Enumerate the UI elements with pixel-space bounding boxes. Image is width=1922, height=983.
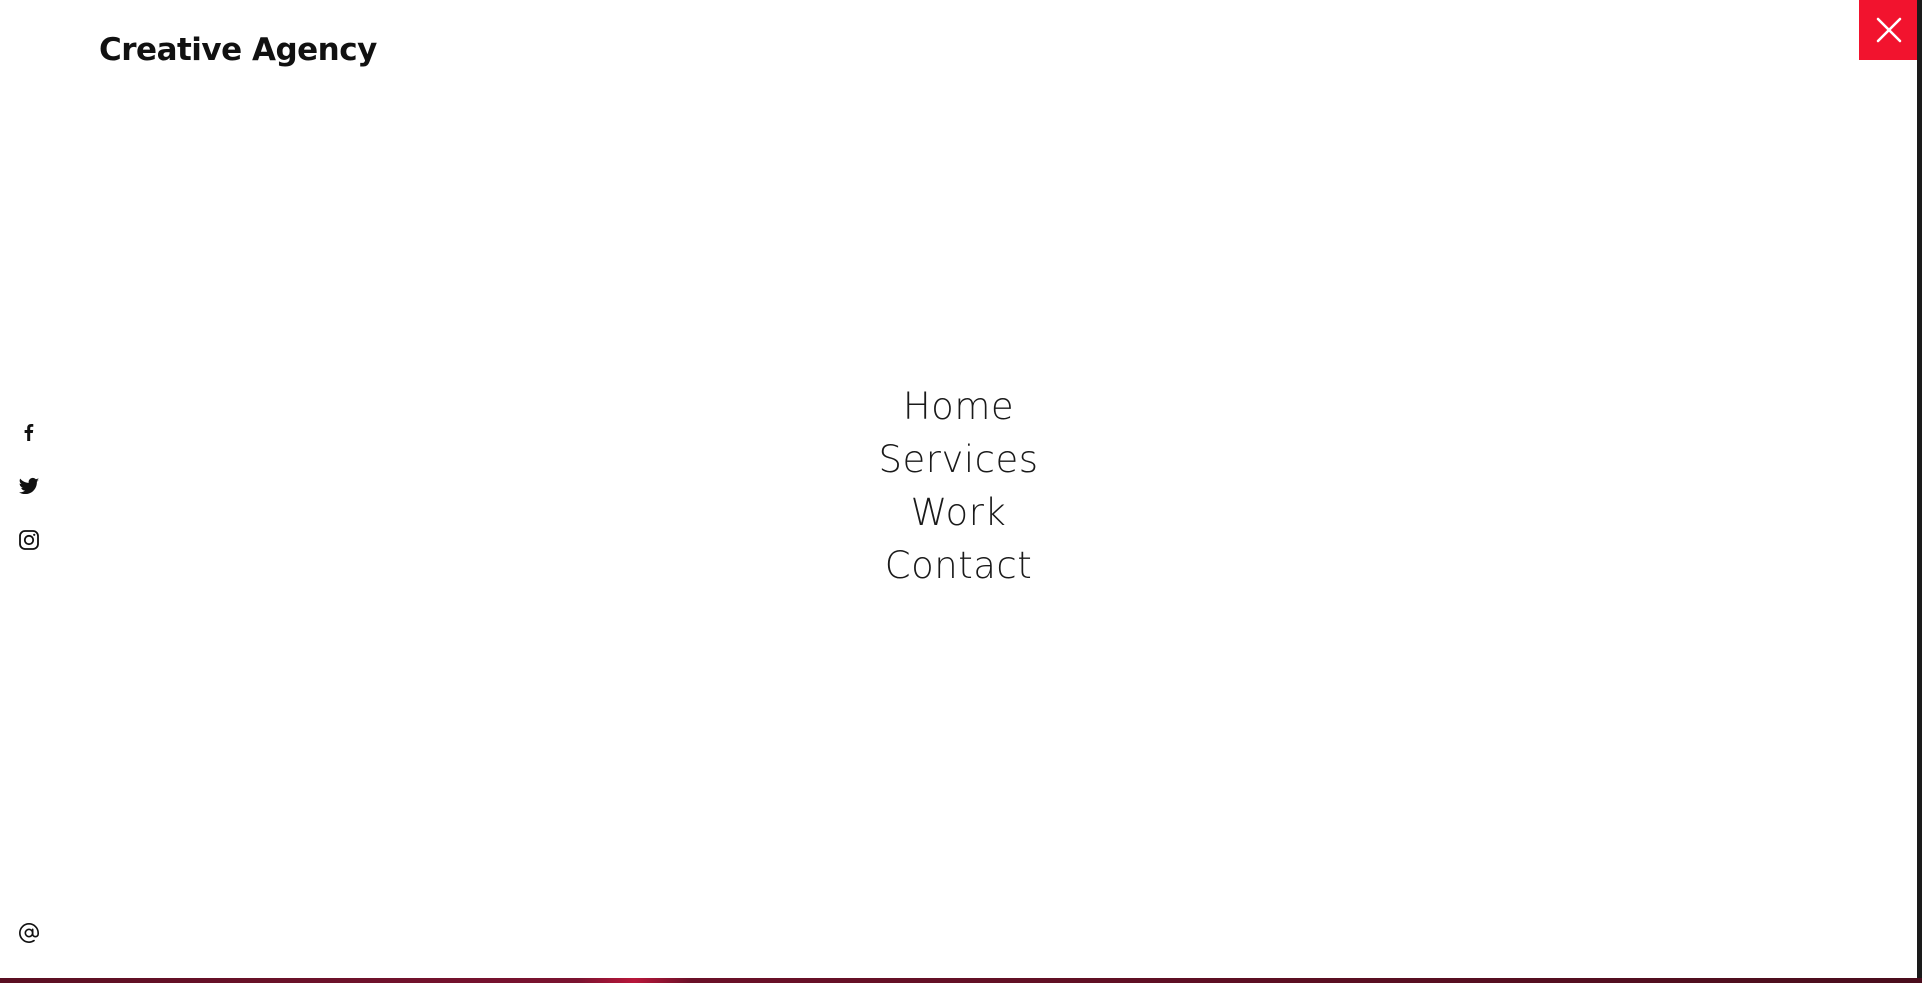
window-edge-right bbox=[1917, 0, 1922, 983]
page: Creative Agency Home Services Work Conta… bbox=[0, 0, 1922, 983]
fullscreen-menu-overlay: Creative Agency Home Services Work Conta… bbox=[0, 0, 1919, 978]
main-nav: Home Services Work Contact bbox=[0, 380, 1917, 592]
at-sign-icon bbox=[19, 923, 39, 943]
facebook-link[interactable] bbox=[14, 417, 44, 447]
nav-link-work[interactable]: Work bbox=[911, 486, 1007, 539]
window-edge-bottom bbox=[0, 978, 1922, 983]
nav-link-services[interactable]: Services bbox=[878, 433, 1038, 486]
instagram-link[interactable] bbox=[14, 525, 44, 555]
close-menu-button[interactable] bbox=[1859, 0, 1919, 60]
nav-link-contact[interactable]: Contact bbox=[885, 539, 1032, 592]
brand-logo[interactable]: Creative Agency bbox=[99, 32, 377, 68]
facebook-icon bbox=[24, 424, 34, 441]
email-link[interactable] bbox=[14, 918, 44, 948]
nav-link-home[interactable]: Home bbox=[903, 380, 1014, 433]
twitter-link[interactable] bbox=[14, 472, 44, 502]
instagram-icon bbox=[19, 530, 39, 550]
close-icon bbox=[1876, 17, 1902, 43]
twitter-icon bbox=[18, 477, 40, 495]
